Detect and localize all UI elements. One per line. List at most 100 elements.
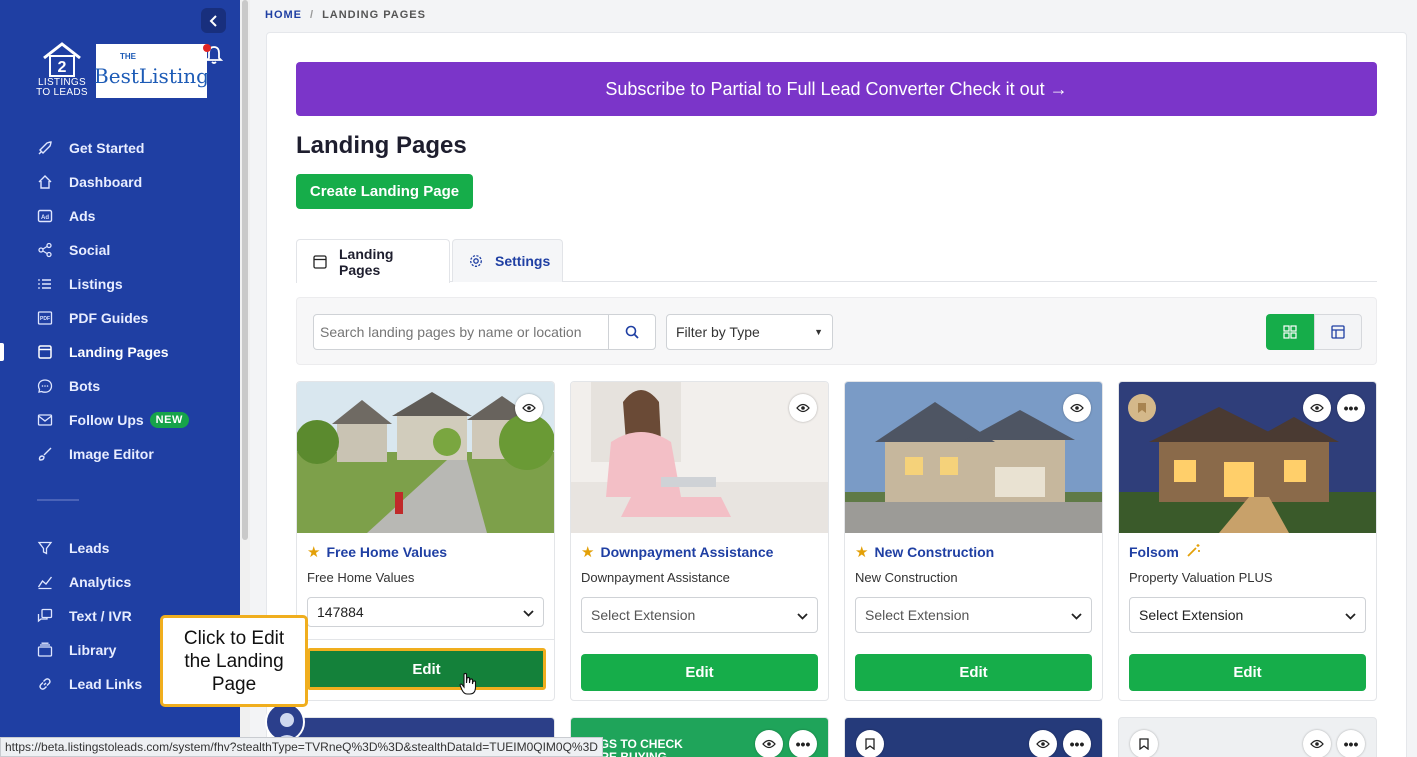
extension-value: 147884: [317, 604, 364, 620]
sidebar-item-leads[interactable]: Leads: [0, 531, 240, 565]
landing-page-card: •••: [1118, 717, 1377, 757]
sidebar-item-label: Analytics: [69, 574, 132, 590]
landing-page-card: ★ New Construction New Construction Sele…: [844, 381, 1103, 701]
sidebar-item-analytics[interactable]: Analytics: [0, 565, 240, 599]
star-icon: ★: [307, 544, 321, 561]
sidebar-item-pdf-guides[interactable]: PDF PDF Guides: [0, 301, 240, 335]
edit-button[interactable]: Edit: [1129, 654, 1366, 691]
bookmark-icon[interactable]: [1130, 730, 1158, 757]
preview-eye-icon[interactable]: [1303, 730, 1331, 757]
notification-dot: [203, 44, 211, 52]
create-landing-page-button[interactable]: Create Landing Page: [296, 174, 473, 209]
sidebar-item-landing-pages[interactable]: Landing Pages: [0, 335, 240, 369]
tutorial-tooltip: Click to Edit the Landing Page: [160, 615, 308, 707]
collapse-sidebar-button[interactable]: [201, 8, 226, 33]
card-title-link[interactable]: ★ Downpayment Assistance: [581, 543, 773, 561]
toolbar: Filter by Type ▼: [296, 297, 1377, 365]
bookmark-icon[interactable]: [856, 730, 884, 757]
scrollbar-thumb[interactable]: [242, 0, 248, 540]
sidebar-item-follow-ups[interactable]: Follow Ups NEW: [0, 403, 240, 437]
tab-settings[interactable]: Settings: [452, 239, 563, 282]
filter-by-type-select[interactable]: Filter by Type ▼: [666, 314, 833, 350]
extension-value: Select Extension: [591, 607, 696, 623]
card-divider: [297, 639, 554, 640]
sidebar-item-image-editor[interactable]: Image Editor: [0, 437, 240, 471]
partner-logo: THE BestListing: [94, 44, 209, 98]
extension-select[interactable]: Select Extension: [855, 597, 1092, 633]
sidebar-item-get-started[interactable]: Get Started: [0, 131, 240, 165]
extension-select[interactable]: Select Extension: [1129, 597, 1366, 633]
breadcrumb-home-link[interactable]: HOME: [265, 9, 302, 21]
message-icon: [37, 608, 53, 624]
listings-to-leads-logo[interactable]: 2 LISTINGS TO LEADS: [34, 40, 90, 98]
breadcrumb: HOME / LANDING PAGES: [265, 9, 426, 21]
tab-label: Landing Pages: [339, 245, 394, 278]
caret-down-icon: ▼: [814, 327, 823, 337]
promo-banner[interactable]: Subscribe to Partial to Full Lead Conver…: [296, 62, 1377, 116]
svg-text:PDF: PDF: [40, 316, 50, 322]
search-button[interactable]: [608, 314, 656, 350]
card-subtitle: Downpayment Assistance: [581, 570, 730, 585]
more-options-icon[interactable]: •••: [1337, 730, 1365, 757]
chevron-down-icon: [1345, 607, 1356, 623]
sidebar-item-label: Lead Links: [69, 676, 143, 692]
partner-logo-the: THE: [120, 52, 136, 61]
svg-text:2: 2: [58, 59, 67, 76]
grid-icon: [1283, 325, 1297, 339]
grid-view-button[interactable]: [1266, 314, 1314, 350]
sidebar-divider: [37, 499, 79, 501]
table-view-button[interactable]: [1314, 314, 1362, 350]
chevron-left-icon: [209, 14, 217, 27]
more-options-icon[interactable]: •••: [789, 730, 817, 757]
browser-icon: [37, 344, 53, 360]
more-options-icon[interactable]: •••: [1337, 394, 1365, 422]
avatar[interactable]: [265, 702, 305, 742]
card-title: Downpayment Assistance: [600, 544, 774, 560]
preview-eye-icon[interactable]: [515, 394, 543, 422]
notifications-bell-icon[interactable]: [203, 44, 225, 66]
landing-page-card: ••• Folsom Property Valuation PLUS Selec…: [1118, 381, 1377, 701]
sidebar-item-label: Ads: [69, 208, 96, 224]
sidebar-item-listings[interactable]: Listings: [0, 267, 240, 301]
card-title-link[interactable]: Folsom: [1129, 543, 1201, 560]
card-subtitle: Free Home Values: [307, 570, 415, 585]
card-title-link[interactable]: ★ New Construction: [855, 543, 994, 561]
bookmark-icon[interactable]: [1128, 394, 1156, 422]
edit-button[interactable]: Edit: [581, 654, 818, 691]
card-title-link[interactable]: ★ Free Home Values: [307, 543, 447, 561]
preview-eye-icon[interactable]: [1303, 394, 1331, 422]
breadcrumb-separator: /: [310, 9, 315, 21]
brand-text-line2: TO LEADS: [36, 87, 88, 98]
star-icon: ★: [855, 544, 869, 561]
preview-eye-icon[interactable]: [755, 730, 783, 757]
preview-eye-icon[interactable]: [1063, 394, 1091, 422]
tab-label: Settings: [495, 253, 551, 269]
sidebar-item-label: Bots: [69, 378, 101, 394]
card-title: Free Home Values: [326, 544, 448, 560]
sidebar-item-dashboard[interactable]: Dashboard: [0, 165, 240, 199]
sidebar-item-label: Landing Pages: [69, 344, 169, 360]
partner-logo-text: BestListing: [94, 64, 209, 88]
status-bar-url: https://beta.listingstoleads.com/system/…: [0, 737, 603, 757]
preview-eye-icon[interactable]: [789, 394, 817, 422]
chat-icon: [37, 378, 53, 394]
chevron-down-icon: [1071, 607, 1082, 623]
more-options-icon[interactable]: •••: [1063, 730, 1091, 757]
sidebar-item-social[interactable]: Social: [0, 233, 240, 267]
extension-select[interactable]: 147884: [307, 597, 544, 627]
extension-select[interactable]: Select Extension: [581, 597, 818, 633]
sidebar-item-bots[interactable]: Bots: [0, 369, 240, 403]
table-icon: [1331, 325, 1345, 339]
sidebar-item-ads[interactable]: Ad Ads: [0, 199, 240, 233]
card-title: Folsom: [1129, 543, 1179, 560]
house-logo-icon: 2: [43, 42, 81, 77]
share-icon: [37, 242, 53, 258]
tab-landing-pages[interactable]: Landing Pages: [296, 239, 450, 283]
edit-button-highlighted[interactable]: Edit: [307, 648, 546, 690]
magic-wand-icon: [1187, 543, 1201, 560]
breadcrumb-current: LANDING PAGES: [322, 9, 426, 21]
search-input[interactable]: [313, 314, 609, 350]
card-subtitle: Property Valuation PLUS: [1129, 570, 1273, 585]
preview-eye-icon[interactable]: [1029, 730, 1057, 757]
edit-button[interactable]: Edit: [855, 654, 1092, 691]
